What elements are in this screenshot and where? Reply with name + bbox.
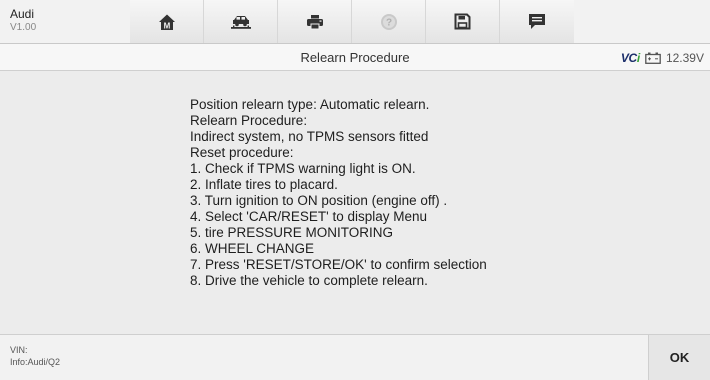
vci-suffix: i [636, 50, 640, 65]
procedure-line: Reset procedure: [190, 145, 294, 160]
procedure-line: Indirect system, no TPMS sensors fitted [190, 129, 429, 144]
save-icon [454, 13, 471, 30]
app-name: Audi [10, 7, 35, 21]
procedure-line: 1. Check if TPMS warning light is ON. [190, 161, 416, 176]
printer-icon [306, 14, 324, 30]
procedure-line: 3. Turn ignition to ON position (engine … [190, 193, 448, 208]
procedure-line: 4. Select 'CAR/RESET' to display Menu [190, 209, 428, 224]
print-button[interactable] [278, 0, 352, 43]
battery-voltage: 12.39V [665, 50, 704, 65]
save-button[interactable] [426, 0, 500, 43]
procedure-line: 2. Inflate tires to placard. [190, 177, 338, 192]
vehicle-swap-button[interactable] [204, 0, 278, 43]
page-title: Relearn Procedure [300, 50, 410, 65]
battery-icon [645, 52, 661, 64]
app-info: Audi V1.00 [10, 7, 36, 35]
svg-text:M: M [163, 21, 170, 30]
vci-prefix: VC [620, 50, 637, 65]
procedure-text: Position relearn type: Automatic relearn… [190, 97, 487, 289]
ok-button[interactable]: OK [648, 335, 710, 380]
help-button[interactable]: ? [352, 0, 426, 43]
toolbar-button-group: M ? [130, 0, 574, 43]
procedure-line: 7. Press 'RESET/STORE/OK' to confirm sel… [190, 257, 487, 272]
vci-status-badge: VCi [621, 51, 640, 65]
vehicle-info: VIN: Info:Audi/Q2 [10, 344, 60, 368]
help-icon: ? [380, 13, 398, 31]
vin-label: VIN: [10, 345, 28, 355]
procedure-line: 8. Drive the vehicle to complete relearn… [190, 273, 428, 288]
data-logging-button[interactable] [500, 0, 574, 43]
status-area: VCi 12.39V [621, 44, 704, 71]
procedure-line: 6. WHEEL CHANGE [190, 241, 315, 256]
home-button[interactable]: M [130, 0, 204, 43]
title-bar: Relearn Procedure VCi 12.39V [0, 44, 710, 71]
chat-icon [528, 13, 546, 30]
car-lift-icon [230, 13, 252, 31]
procedure-line: Relearn Procedure: [190, 113, 308, 128]
procedure-line: 5. tire PRESSURE MONITORING [190, 225, 394, 240]
svg-text:?: ? [385, 17, 391, 28]
app-version: V1.00 [10, 22, 37, 33]
vehicle-model-info: Info:Audi/Q2 [10, 357, 61, 367]
procedure-panel: Position relearn type: Automatic relearn… [0, 71, 710, 334]
footer-bar: VIN: Info:Audi/Q2 OK [0, 334, 710, 380]
top-toolbar: Audi V1.00 M ? [0, 0, 710, 44]
procedure-line: Position relearn type: Automatic relearn… [190, 97, 430, 112]
home-icon: M [158, 13, 176, 31]
